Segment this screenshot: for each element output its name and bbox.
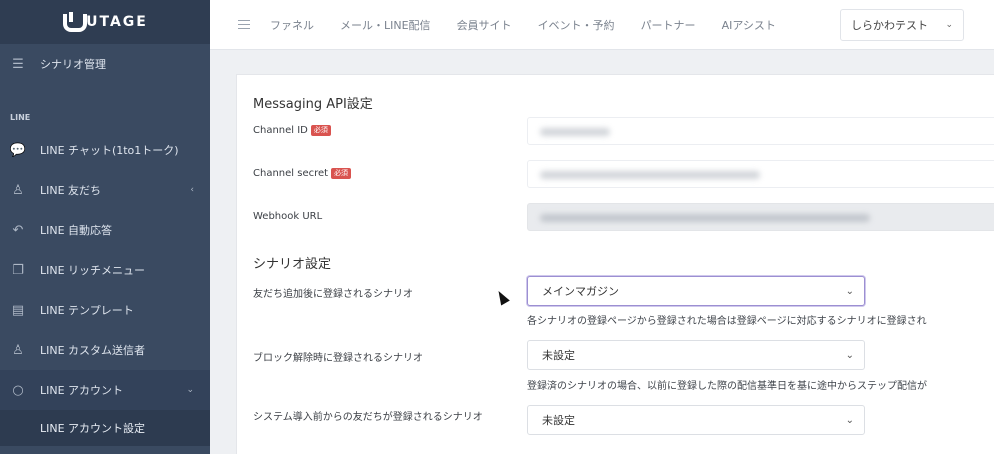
logo-text: UTAGE [86, 14, 148, 30]
channel-secret-input[interactable] [527, 160, 994, 188]
scenario-settings-heading: シナリオ設定 [253, 257, 332, 272]
sidebar-item-line-richmenu[interactable]: ❐ LINE リッチメニュー [0, 250, 210, 290]
block-release-scenario-label: ブロック解除時に登録されるシナリオ [253, 353, 423, 364]
friend-add-scenario-label: 友だち追加後に登録されるシナリオ [253, 289, 413, 300]
block-release-help-text: 登録済のシナリオの場合、以前に登録した際の配信基準日を基に途中からステップ配信が [527, 381, 927, 392]
sidebar-item-line-account[interactable]: ○ LINE アカウント ⌄ [0, 370, 210, 410]
label-text: Channel ID [253, 125, 308, 136]
select-value: メインマガジン [542, 285, 619, 298]
chat-icon: 💬 [9, 142, 27, 158]
sidebar-subitem-line-account-settings[interactable]: LINE アカウント設定 [0, 410, 210, 446]
list-icon: ☰ [12, 56, 24, 72]
block-release-scenario-select[interactable]: 未設定 ⌄ [527, 340, 865, 370]
friend-add-scenario-select[interactable]: メインマガジン ⌄ [527, 276, 865, 306]
messaging-api-heading: Messaging API設定 [253, 97, 373, 112]
sidebar: UTAGE ☰ シナリオ管理 LINE 💬 LINE チャット(1to1トーク)… [0, 0, 210, 454]
chevron-down-icon: ⌄ [186, 385, 194, 395]
pre-system-scenario-label: システム導入前からの友だちが登録されるシナリオ [253, 412, 483, 423]
utage-logo-icon [62, 12, 88, 32]
account-name: しらかわテスト [851, 18, 928, 32]
sidebar-item-label: シナリオ管理 [40, 58, 106, 71]
nav-funnel[interactable]: ファネル [270, 17, 314, 33]
label-text: Channel secret [253, 168, 329, 179]
sidebar-item-label: LINE アカウント [40, 384, 124, 397]
reply-icon: ↶ [12, 222, 24, 238]
channel-secret-label: Channel secret 必須 [253, 168, 352, 179]
select-value: 未設定 [542, 414, 575, 427]
sidebar-section-line: LINE [10, 113, 31, 122]
hamburger-menu-icon[interactable] [238, 17, 250, 32]
copy-icon: ❐ [12, 262, 24, 278]
select-value: 未設定 [542, 349, 575, 362]
webhook-url-input[interactable] [527, 203, 994, 231]
document-icon: ▤ [11, 302, 25, 318]
sidebar-item-line-friends[interactable]: ♙ LINE 友だち ‹ [0, 170, 210, 210]
blurred-value [540, 214, 870, 222]
settings-panel: Messaging API設定 Channel ID 必須 Channel se… [236, 74, 994, 454]
friend-add-help-text: 各シナリオの登録ページから登録された場合は登録ページに対応するシナリオに登録され [527, 316, 927, 327]
app-logo[interactable]: UTAGE [0, 0, 210, 44]
sidebar-item-label: LINE 友だち [40, 184, 102, 197]
sidebar-item-line-custom-sender[interactable]: ♙ LINE カスタム送信者 [0, 330, 210, 370]
sidebar-item-line-chat[interactable]: 💬 LINE チャット(1to1トーク) [0, 130, 210, 170]
blurred-value [540, 171, 760, 179]
account-dropdown[interactable]: しらかわテスト ⌄ [840, 8, 964, 41]
sidebar-item-label: LINE チャット(1to1トーク) [40, 144, 179, 157]
required-badge: 必須 [310, 125, 331, 136]
search-icon: ○ [12, 382, 24, 398]
nav-event[interactable]: イベント・予約 [538, 17, 615, 33]
nav-ai-assist[interactable]: AIアシスト [722, 17, 776, 33]
sidebar-item-line-template[interactable]: ▤ LINE テンプレート [0, 290, 210, 330]
sidebar-item-label: LINE テンプレート [40, 304, 134, 317]
channel-id-input[interactable] [527, 117, 994, 145]
sidebar-item-label: LINE 自動応答 [40, 224, 113, 237]
chevron-down-icon: ⌄ [845, 285, 854, 297]
top-navbar: ファネル メール・LINE配信 会員サイト イベント・予約 パートナー AIアシ… [210, 0, 994, 50]
required-badge: 必須 [331, 168, 352, 179]
chevron-down-icon: ⌄ [845, 349, 854, 361]
chevron-down-icon: ⌄ [945, 19, 953, 30]
chevron-left-icon: ‹ [190, 185, 194, 195]
chevron-down-icon: ⌄ [845, 414, 854, 426]
sidebar-item-label: LINE カスタム送信者 [40, 344, 146, 357]
channel-id-label: Channel ID 必須 [253, 125, 331, 136]
nav-mail-line[interactable]: メール・LINE配信 [340, 17, 431, 33]
nav-member-site[interactable]: 会員サイト [457, 17, 512, 33]
nav-partner[interactable]: パートナー [641, 17, 696, 33]
sidebar-item-scenario[interactable]: ☰ シナリオ管理 [0, 44, 210, 84]
users-icon: ♙ [12, 342, 24, 358]
sidebar-item-line-autoreply[interactable]: ↶ LINE 自動応答 [0, 210, 210, 250]
webhook-url-label: Webhook URL [253, 211, 323, 222]
pre-system-scenario-select[interactable]: 未設定 ⌄ [527, 405, 865, 435]
sidebar-item-label: LINE リッチメニュー [40, 264, 146, 277]
blurred-value [540, 128, 610, 136]
user-icon: ♙ [12, 182, 24, 198]
